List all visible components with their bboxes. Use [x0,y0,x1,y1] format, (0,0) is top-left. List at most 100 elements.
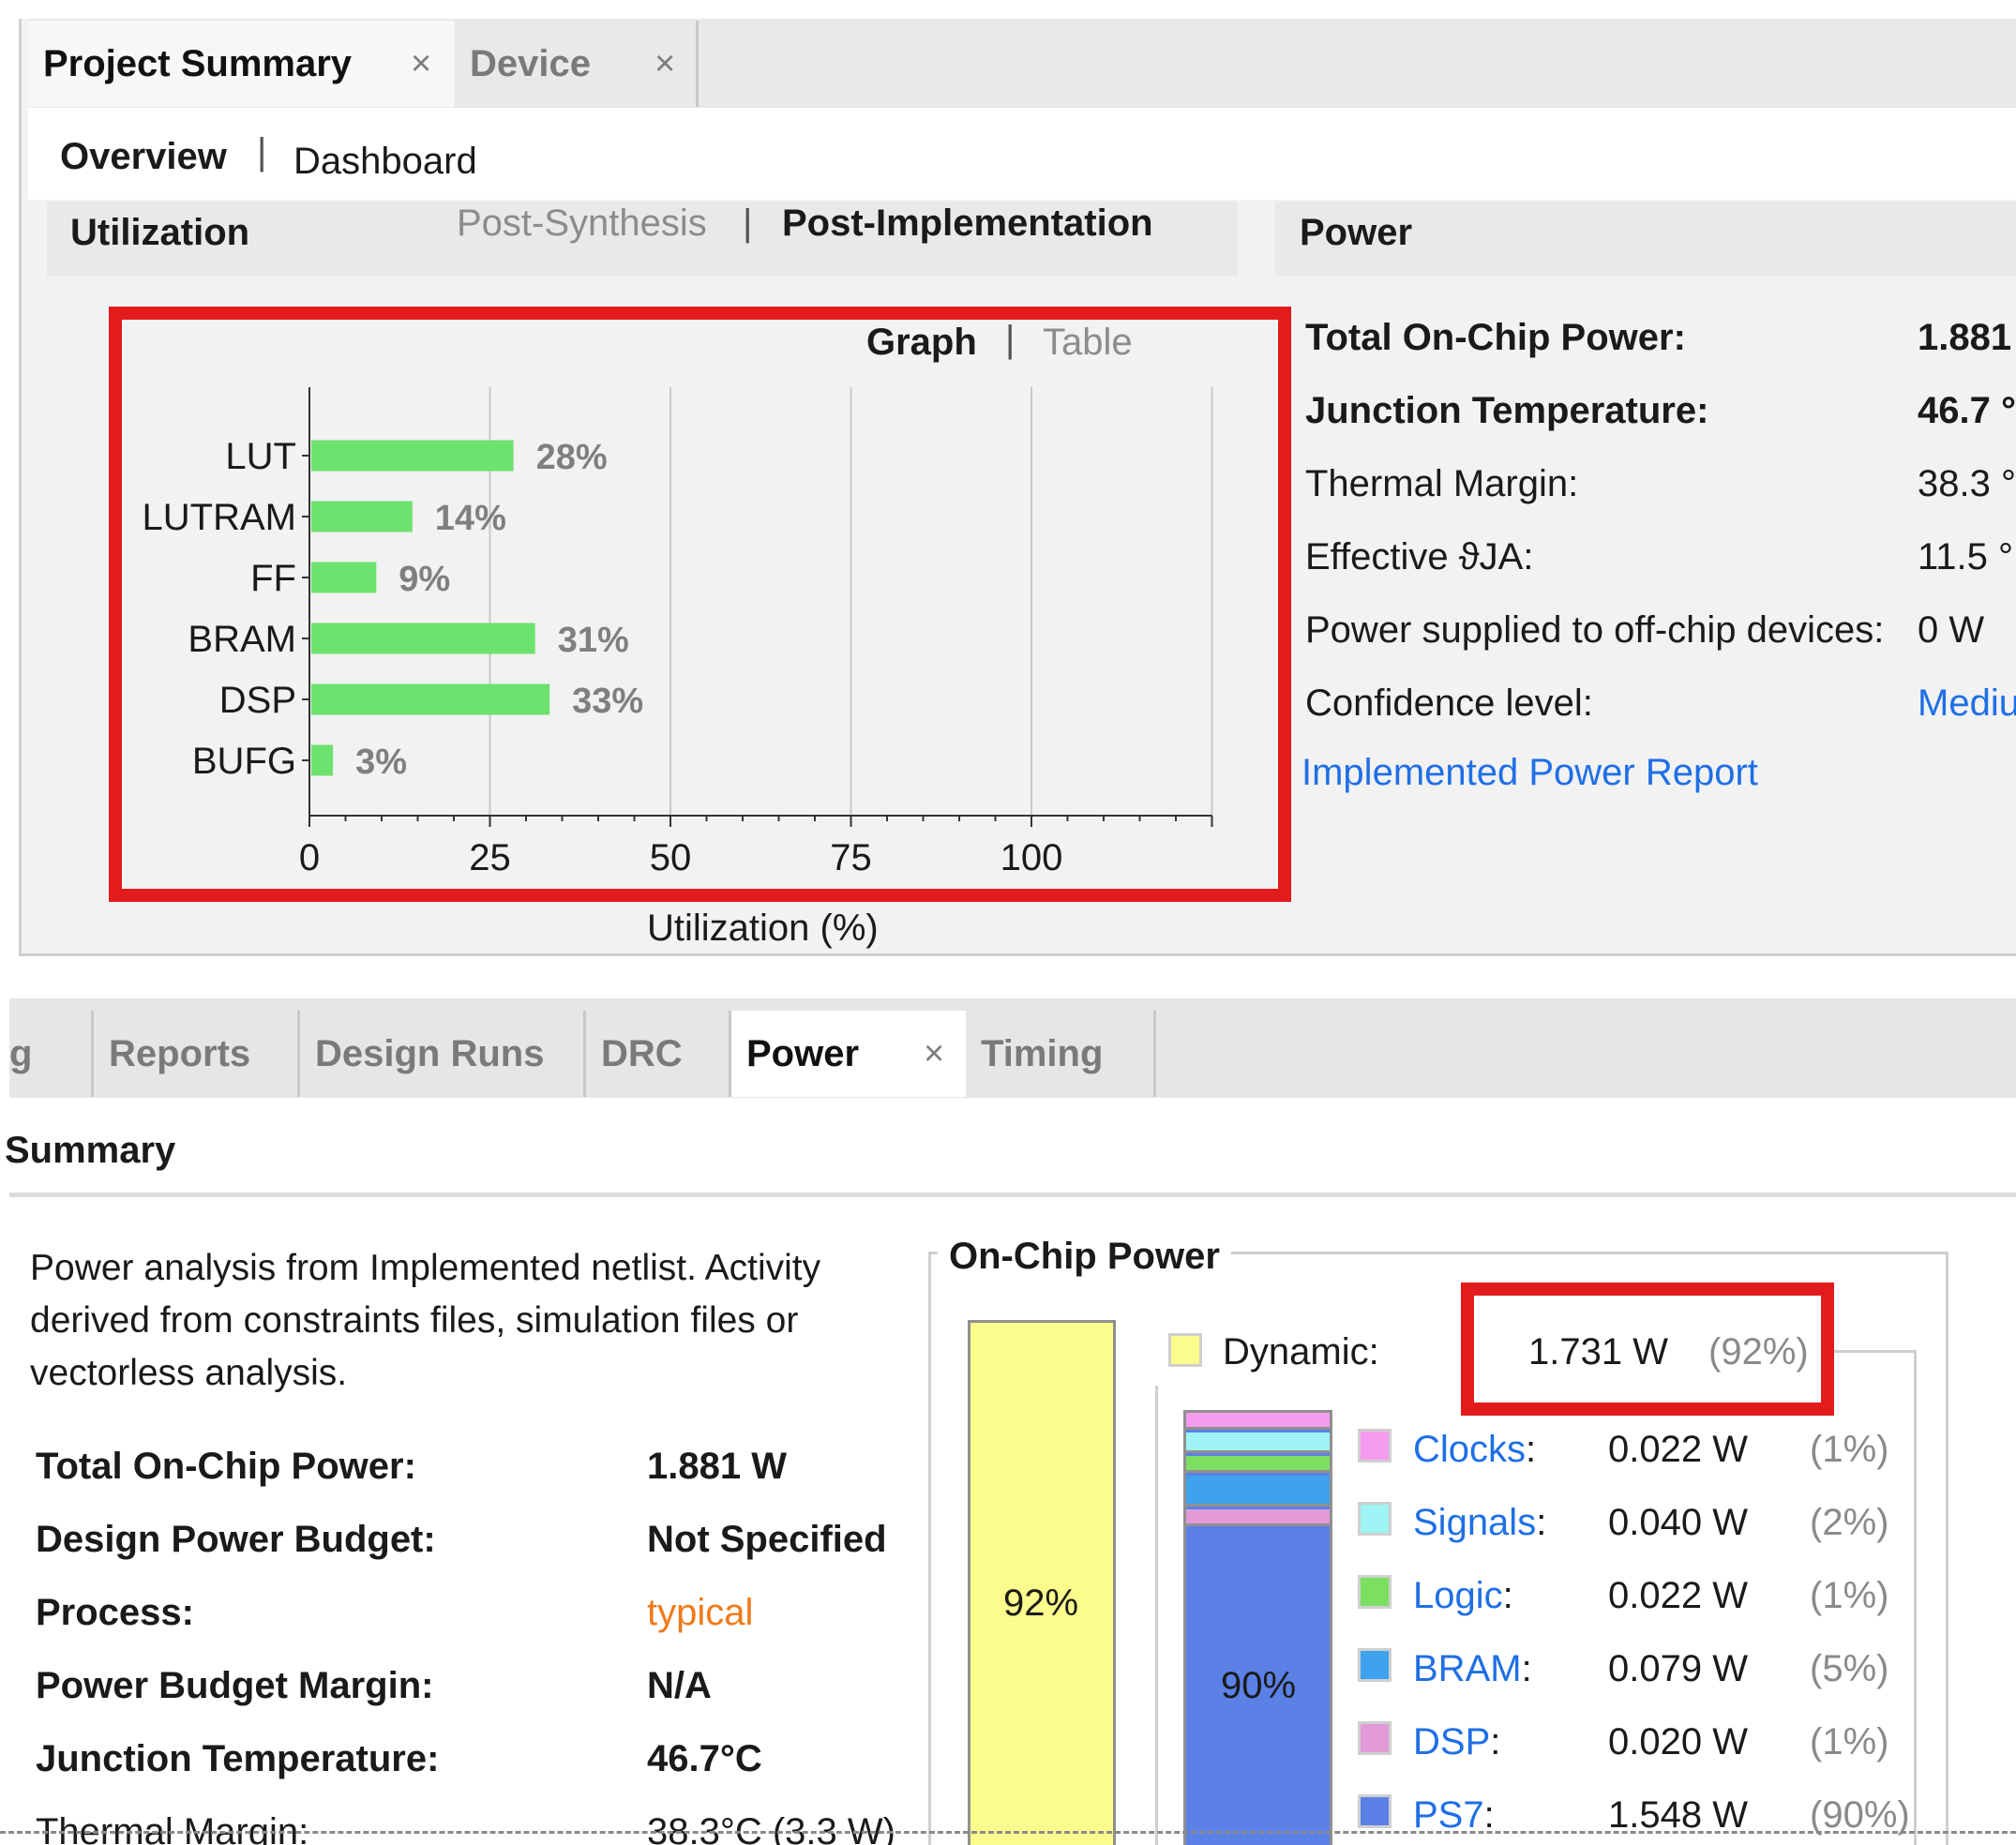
summary-label-margin: Power Budget Margin: [36,1665,434,1706]
ps7-link[interactable]: PS7 [1413,1794,1484,1836]
dsp-watts: 0.020 W [1608,1721,1748,1762]
power-label-total: Total On-Chip Power: [1305,317,1686,358]
x-tick-label: 0 [299,837,320,878]
y-tick-label: LUT [225,436,296,477]
bar-bufg [311,744,334,776]
x-tick-label: 75 [830,837,872,878]
bram-legend-swatch [1358,1648,1392,1682]
summary-label-process: Process: [36,1592,194,1633]
x-tick-label: 50 [650,837,692,878]
process-link[interactable]: typical [647,1592,753,1634]
logic-link[interactable]: Logic [1413,1575,1503,1616]
tab-label: g [9,1033,33,1074]
colon: : [1502,1575,1513,1616]
y-tick-label: DSP [219,680,296,721]
power-value-theta: 11.5 ° [1918,536,2013,578]
bar-dsp [311,683,550,715]
tab-label: Power [746,1033,860,1074]
summary-description: Power analysis from Implemented netlist.… [30,1242,911,1400]
tab-label: Reports [109,1033,251,1074]
dynamic-legend-swatch [1168,1333,1202,1367]
dynamic-watts: 1.731 W [1528,1331,1668,1372]
power-value-offchip: 0 W [1918,609,1985,651]
power-label-offchip: Power supplied to off-chip devices: [1305,609,1885,651]
power-label-thermal: Thermal Margin: [1305,463,1579,504]
clocks-legend-swatch [1358,1429,1392,1462]
clocks-percent: (1%) [1810,1429,1889,1470]
power-label-confidence: Confidence level: [1305,682,1593,724]
signals-row: Signals: [1413,1502,1546,1544]
y-tick-label: LUTRAM [143,497,296,538]
data-label: 31% [558,621,629,660]
breakdown-bar-label: 90% [1221,1665,1297,1706]
summary-value-margin: N/A [647,1665,712,1706]
summary-label-thermal: Thermal Margin: [36,1811,309,1845]
colon: : [1526,1429,1537,1470]
colon: : [1483,1794,1495,1836]
y-tick-label: BUFG [192,741,296,782]
tab-label: Timing [981,1033,1104,1074]
dynamic-percent: (92%) [1708,1331,1809,1372]
bar-bram [311,622,535,654]
power-value-junction: 46.7 ° [1918,390,2016,431]
clocks-watts: 0.022 W [1608,1429,1748,1470]
dynamic-breakdown-bar [1183,1410,1332,1845]
summary-description-line: vectorless analysis. [30,1353,348,1393]
utilization-bar-chart: 0 25 50 75 100 LUT 28% LUTRAM 14% FF 9% BRAM 31% DSP 3… [143,387,1213,878]
x-tick-label: 100 [1000,837,1063,878]
power-value-thermal: 38.3 ° [1918,463,2016,504]
bram-link[interactable]: BRAM [1413,1648,1522,1689]
bram-watts: 0.079 W [1608,1648,1748,1689]
ps7-legend-swatch [1358,1794,1392,1828]
summary-value-total: 1.881 W [647,1446,787,1487]
chart-x-axis-label: Utilization (%) [647,908,879,949]
implemented-power-report-link[interactable]: Implemented Power Report [1301,752,1758,794]
colon: : [1536,1502,1547,1543]
tab-timing[interactable]: Timing [966,1011,1156,1097]
tab-power[interactable]: Power × [731,1011,966,1097]
data-label: 14% [435,499,506,538]
signals-watts: 0.040 W [1608,1502,1748,1543]
clocks-link[interactable]: Clocks [1413,1429,1526,1470]
tab-log[interactable]: g [0,1011,94,1097]
dynamic-bar-label: 92% [1003,1582,1079,1624]
segment-signals [1186,1432,1330,1453]
summary-label-junction: Junction Temperature: [36,1738,440,1779]
bar-lutram [311,501,413,532]
summary-label-total: Total On-Chip Power: [36,1446,416,1487]
power-value-total: 1.881 [1918,317,2012,358]
tab-reports[interactable]: Reports [94,1011,300,1097]
signals-percent: (2%) [1810,1502,1889,1543]
tab-label: DRC [601,1033,683,1074]
logic-legend-swatch [1358,1575,1392,1609]
x-tick-label: 25 [469,837,511,878]
tab-drc[interactable]: DRC [586,1011,731,1097]
summary-value-junction: 46.7°C [647,1738,762,1779]
confidence-level-link[interactable]: Mediu [1918,682,2016,725]
summary-value-budget: Not Specified [647,1519,887,1560]
dsp-percent: (1%) [1810,1721,1889,1762]
power-title: Power [1300,212,1413,253]
data-label: 9% [399,560,450,599]
summary-label-budget: Design Power Budget: [36,1519,436,1560]
close-icon[interactable]: × [924,1011,944,1097]
dsp-link[interactable]: DSP [1413,1721,1490,1762]
tab-design-runs[interactable]: Design Runs [300,1011,586,1097]
logic-percent: (1%) [1810,1575,1889,1616]
data-label: 33% [572,682,643,721]
dsp-legend-swatch [1358,1721,1392,1755]
power-label-junction: Junction Temperature: [1305,390,1709,431]
divider [9,1192,2016,1197]
segment-dsp [1186,1509,1330,1526]
logic-row: Logic: [1413,1575,1513,1617]
dsp-row: DSP: [1413,1721,1500,1763]
divider [0,1831,2016,1834]
y-tick-label: BRAM [188,619,296,660]
signals-link[interactable]: Signals [1413,1502,1536,1543]
bram-row: BRAM: [1413,1648,1532,1690]
y-tick-label: FF [250,558,296,599]
summary-description-line: derived from constraints files, simulati… [30,1300,799,1341]
colon: : [1490,1721,1501,1762]
logic-watts: 0.022 W [1608,1575,1748,1616]
colon: : [1521,1648,1532,1689]
